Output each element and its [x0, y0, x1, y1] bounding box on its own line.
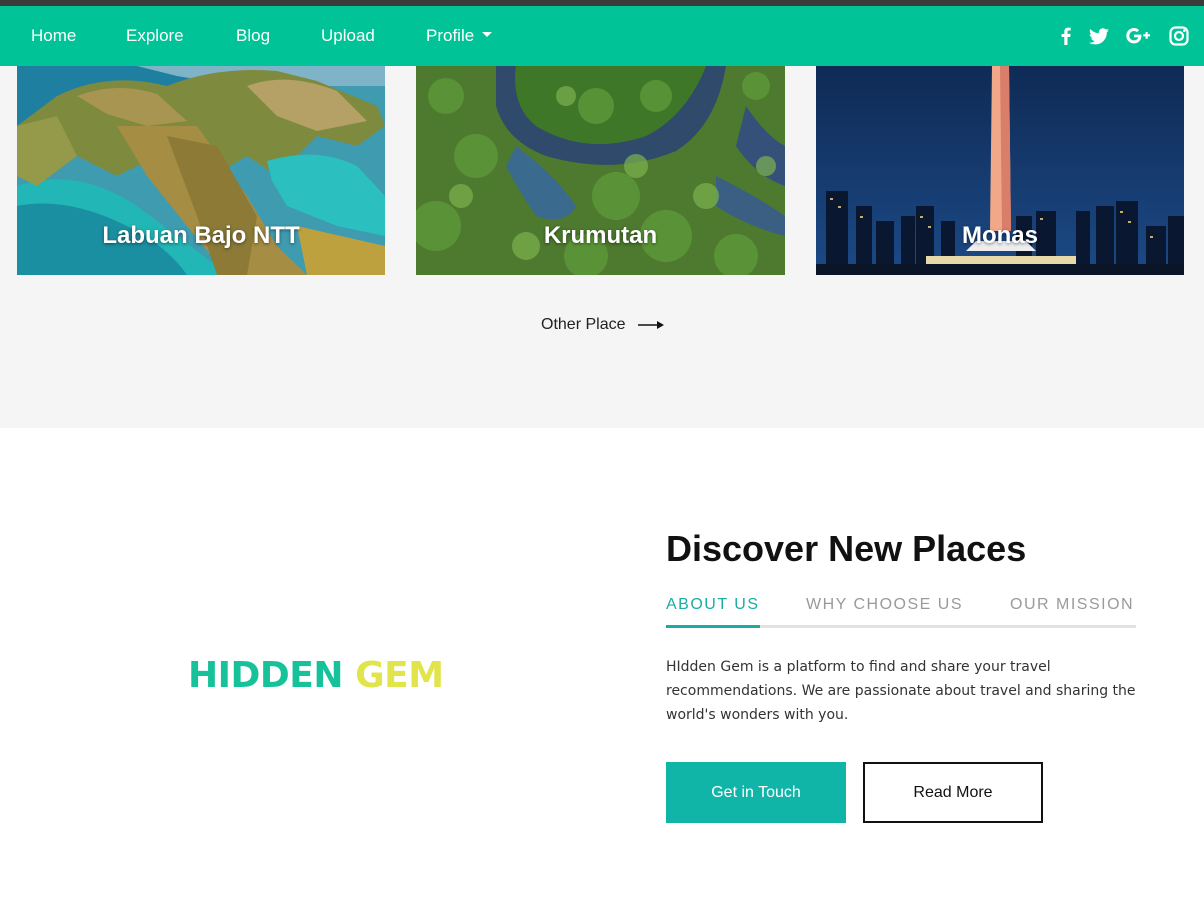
nav-explore-link[interactable]: Explore [126, 6, 184, 66]
place-card-labuan-bajo[interactable]: Labuan Bajo NTT [17, 66, 385, 275]
place-card-title: Monas [961, 222, 1038, 249]
nav-profile-label: Profile [426, 26, 475, 45]
read-more-button[interactable]: Read More [863, 762, 1043, 823]
logo-word-hidden: HIDDEN [188, 655, 344, 696]
place-card-title: Krumutan [543, 222, 658, 249]
places-section: Labuan Bajo NTT Krumutan Monas Other Pla… [0, 66, 1204, 428]
twitter-icon[interactable] [1087, 24, 1111, 48]
place-card-monas[interactable]: Monas [816, 66, 1184, 275]
place-card-krumutan[interactable]: Krumutan [416, 66, 785, 275]
google-plus-icon[interactable] [1125, 24, 1153, 48]
arrow-right-icon [637, 320, 664, 329]
navbar: Home Explore Blog Upload Profile [0, 6, 1204, 66]
place-card-title: Labuan Bajo NTT [102, 222, 300, 249]
tab-about-us[interactable]: ABOUT US [666, 596, 760, 628]
instagram-icon[interactable] [1167, 24, 1191, 48]
tab-our-mission[interactable]: OUR MISSION [1010, 596, 1134, 628]
other-place-label: Other Place [541, 316, 626, 333]
nav-blog-link[interactable]: Blog [236, 6, 270, 66]
other-place-link[interactable]: Other Place [541, 316, 664, 334]
caret-down-icon [482, 32, 493, 38]
section-heading: Discover New Places [666, 528, 1027, 569]
hidden-gem-logo: HIDDEN GEM [188, 655, 444, 696]
get-in-touch-button[interactable]: Get in Touch [666, 762, 846, 823]
tab-why-choose-us[interactable]: WHY CHOOSE US [806, 596, 963, 628]
logo-word-gem: GEM [355, 655, 444, 696]
about-tabs: ABOUT US WHY CHOOSE US OUR MISSION [666, 596, 1136, 628]
facebook-icon[interactable] [1054, 24, 1078, 48]
about-description: HIdden Gem is a platform to find and sha… [666, 659, 1136, 723]
nav-profile-dropdown[interactable]: Profile [426, 6, 493, 66]
nav-home-link[interactable]: Home [31, 6, 76, 66]
nav-upload-link[interactable]: Upload [321, 6, 375, 66]
